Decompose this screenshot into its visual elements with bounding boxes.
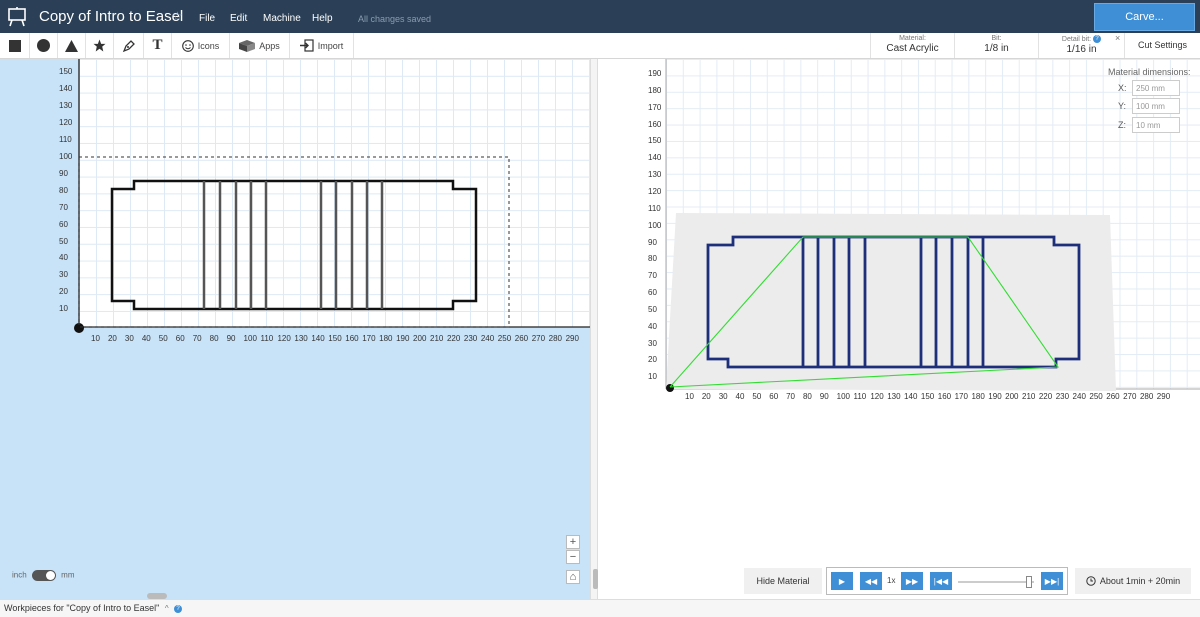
skip-to-end-button[interactable]: ▶▶| — [1041, 572, 1063, 590]
detail-bit-value: 1/16 in — [1066, 44, 1097, 55]
project-title[interactable]: Copy of Intro to Easel — [39, 8, 183, 25]
square-tool[interactable] — [0, 33, 30, 58]
workpieces-drawer-handle[interactable] — [147, 593, 167, 599]
menu-machine[interactable]: Machine — [263, 13, 301, 24]
simulation-player: ▶ ◀◀ 1x ▶▶ |◀◀ ▶▶| — [826, 567, 1068, 595]
app-header: Copy of Intro to Easel ☆ File Edit Machi… — [0, 0, 1200, 33]
pen-tool[interactable] — [114, 33, 144, 58]
icons-label: Icons — [197, 40, 220, 51]
home-view-button[interactable]: ⌂ — [566, 570, 580, 584]
import-label: Import — [317, 40, 344, 51]
carve-button[interactable]: Carve... — [1094, 3, 1195, 31]
material-value: Cast Acrylic — [886, 43, 939, 54]
clock-icon — [1086, 576, 1096, 586]
save-status: All changes saved — [358, 14, 432, 24]
workpiece-outline[interactable] — [110, 179, 478, 311]
detail-bit-selector[interactable]: Detail bit: ? 1/16 in × — [1038, 33, 1124, 58]
remove-detail-bit-icon[interactable]: × — [1115, 33, 1120, 43]
material-boundary — [78, 156, 510, 328]
bit-selector[interactable]: Bit: 1/8 in — [954, 33, 1038, 58]
bit-value: 1/8 in — [984, 43, 1009, 54]
unit-toggle[interactable]: inch mm — [12, 570, 74, 581]
estimated-time: About 1min + 20min — [1075, 568, 1191, 594]
text-tool[interactable]: T — [144, 33, 172, 58]
material-z-input[interactable] — [1132, 117, 1180, 133]
workpieces-help-icon[interactable]: ? — [174, 604, 183, 613]
estimated-time-label: About 1min + 20min — [1099, 576, 1181, 586]
material-x-label: X: — [1118, 83, 1127, 93]
icons-button[interactable]: Icons — [172, 33, 230, 58]
text-icon: T — [152, 37, 163, 53]
zoom-out-button[interactable]: − — [566, 550, 580, 564]
menu-help[interactable]: Help — [312, 13, 333, 24]
help-icon[interactable]: ? — [1093, 35, 1102, 43]
preview-drawing — [665, 59, 1200, 392]
apps-cube-icon — [239, 39, 256, 52]
detail-bit-label: Detail bit: — [1061, 35, 1092, 43]
material-dimensions-title: Material dimensions: — [1108, 67, 1191, 77]
toolbar: T Icons Apps Import Material: Cast Acryl… — [0, 33, 1200, 59]
skip-to-start-button[interactable]: |◀◀ — [930, 572, 952, 590]
material-y-row: Y: — [1118, 98, 1180, 114]
cut-settings-label: Cut Settings — [1137, 40, 1188, 50]
material-y-label: Y: — [1118, 101, 1127, 111]
material-z-row: Z: — [1118, 117, 1180, 133]
progress-slider[interactable] — [958, 576, 1034, 588]
pen-icon — [122, 39, 135, 52]
unit-inch-label: inch — [12, 570, 27, 580]
faster-button[interactable]: ▶▶ — [901, 572, 923, 590]
design-drawing — [74, 59, 590, 333]
speed-label: 1x — [887, 576, 896, 585]
design-canvas[interactable]: 150 140 130 120 110 100 90 80 70 60 50 40 30 20 10 10 2… — [0, 59, 590, 599]
material-selector[interactable]: Material: Cast Acrylic — [870, 33, 954, 58]
material-x-input[interactable] — [1132, 80, 1180, 96]
material-z-label: Z: — [1118, 120, 1126, 130]
progress-slider-handle[interactable] — [1026, 576, 1032, 588]
zoom-in-button[interactable]: + — [566, 535, 580, 549]
apps-button[interactable]: Apps — [230, 33, 290, 58]
slot-lines-left[interactable] — [202, 181, 268, 309]
material-x-row: X: — [1118, 80, 1180, 96]
easel-logo-icon[interactable] — [8, 7, 26, 27]
menu-edit[interactable]: Edit — [230, 13, 247, 24]
import-icon — [299, 39, 314, 52]
favorite-star-icon[interactable]: ☆ — [172, 9, 183, 23]
import-button[interactable]: Import — [290, 33, 354, 58]
pane-splitter[interactable]: ⋮ — [590, 59, 609, 599]
star-tool[interactable] — [86, 33, 114, 58]
easel-app: Copy of Intro to Easel ☆ File Edit Machi… — [0, 0, 1200, 617]
cut-settings-button[interactable]: Cut Settings — [1124, 33, 1200, 58]
slot-lines-right[interactable] — [319, 181, 384, 309]
workpieces-label[interactable]: Workpieces for "Copy of Intro to Easel" — [4, 603, 159, 613]
triangle-icon — [65, 39, 78, 52]
circle-tool[interactable] — [30, 33, 58, 58]
preview-pane[interactable]: 190 180 170 160 150 140 130 120 110 100 90 80 70 60 50… — [598, 59, 1200, 599]
preview-origin-marker — [666, 384, 674, 392]
workpieces-bar[interactable]: Workpieces for "Copy of Intro to Easel" … — [0, 593, 1200, 617]
slower-button[interactable]: ◀◀ — [860, 572, 882, 590]
bit-label: Bit: — [991, 35, 1002, 42]
expand-caret-icon[interactable]: ^ — [165, 604, 169, 613]
material-y-input[interactable] — [1132, 98, 1180, 114]
play-button[interactable]: ▶ — [831, 572, 853, 590]
unit-mm-label: mm — [61, 570, 75, 580]
unit-switch[interactable] — [31, 570, 56, 581]
material-label: Material: — [899, 35, 926, 42]
apps-label: Apps — [259, 40, 280, 51]
hide-material-button[interactable]: Hide Material — [744, 568, 822, 594]
square-icon — [8, 39, 21, 52]
circle-icon — [37, 39, 50, 52]
menu-file[interactable]: File — [199, 13, 215, 24]
star-icon — [93, 39, 106, 52]
smiley-icon — [181, 39, 194, 52]
triangle-tool[interactable] — [58, 33, 86, 58]
